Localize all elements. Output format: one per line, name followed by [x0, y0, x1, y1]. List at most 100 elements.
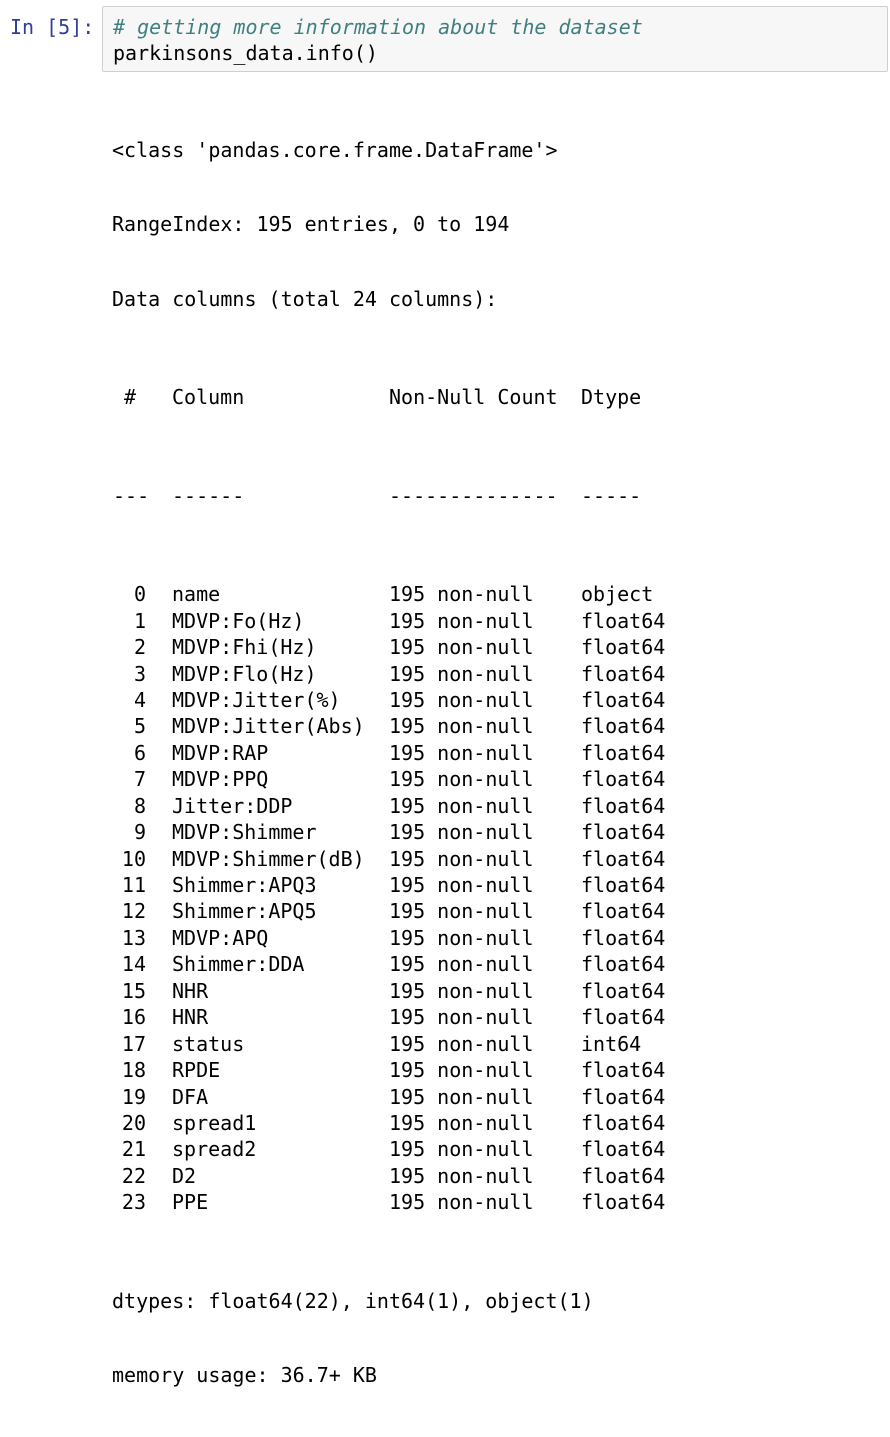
row-column-name: Jitter:DDP — [172, 793, 293, 818]
row-column-name: name — [172, 582, 221, 607]
row-index-value: 12 — [121, 899, 146, 924]
row-dtype: float64 — [581, 1137, 666, 1162]
table-row: 11 Shimmer:APQ3 195 non-null float64 — [112, 872, 665, 898]
table-row: 18 RPDE 195 non-null float64 — [112, 1057, 665, 1083]
row-index: 16 — [112, 1004, 172, 1030]
table-row: 7 MDVP:PPQ 195 non-null float64 — [112, 766, 665, 792]
cell-output: <class 'pandas.core.frame.DataFrame'> Ra… — [112, 89, 665, 1437]
row-index: 19 — [112, 1084, 172, 1110]
row-column-name: HNR — [172, 1005, 209, 1030]
table-row: 15 NHR 195 non-null float64 — [112, 978, 665, 1004]
row-dtype: float64 — [581, 740, 666, 765]
row-non-null-count: 195 non-null — [389, 661, 534, 686]
table-row: 10 MDVP:Shimmer(dB) 195 non-null float64 — [112, 846, 665, 872]
row-dtype: object — [581, 582, 654, 607]
separator-index: --- — [113, 483, 150, 508]
row-column-name: MDVP:RAP — [172, 740, 269, 765]
code-comment: # getting more information about the dat… — [113, 15, 643, 39]
row-index-value: 2 — [133, 635, 146, 660]
row-index: 8 — [112, 793, 172, 819]
row-column-name: MDVP:Flo(Hz) — [172, 661, 317, 686]
row-dtype: float64 — [581, 1190, 666, 1215]
row-index: 12 — [112, 898, 172, 924]
row-dtype: float64 — [581, 1163, 666, 1188]
row-index: 17 — [112, 1031, 172, 1057]
row-index-value: 15 — [121, 978, 146, 1003]
output-data-columns: Data columns (total 24 columns): — [112, 286, 498, 311]
row-non-null-count: 195 non-null — [389, 820, 534, 845]
row-index: 18 — [112, 1057, 172, 1083]
row-index-value: 1 — [133, 608, 146, 633]
row-index-value: 11 — [121, 873, 146, 897]
row-index: 21 — [112, 1136, 172, 1162]
row-column-name: MDVP:Fhi(Hz) — [172, 635, 317, 660]
row-non-null-count: 195 non-null — [389, 952, 534, 977]
header-count: Non-Null Count — [389, 385, 558, 410]
info-table-rows: 0 name 195 non-null object 1 MDVP:Fo(Hz) 195 n… — [112, 581, 665, 1216]
row-dtype: float64 — [581, 661, 666, 686]
row-dtype: float64 — [581, 1084, 666, 1109]
row-column-name: MDVP:Shimmer — [172, 820, 317, 845]
row-dtype: float64 — [581, 899, 666, 924]
header-dtype: Dtype — [581, 385, 642, 410]
output-range-index: RangeIndex: 195 entries, 0 to 194 — [112, 212, 510, 237]
row-index-value: 7 — [133, 767, 146, 792]
row-index-value: 18 — [121, 1058, 146, 1083]
row-dtype: float64 — [581, 925, 666, 950]
row-column-name: MDVP:Jitter(%) — [172, 687, 341, 712]
row-index: 6 — [112, 740, 172, 766]
row-non-null-count: 195 non-null — [389, 740, 534, 765]
table-row: 17 status 195 non-null int64 — [112, 1031, 665, 1057]
row-column-name: MDVP:Fo(Hz) — [172, 608, 305, 633]
code-statement: parkinsons_data.info() — [113, 41, 378, 65]
row-non-null-count: 195 non-null — [389, 1031, 534, 1056]
table-row: 20 spread1 195 non-null float64 — [112, 1110, 665, 1136]
code-input-area[interactable]: # getting more information about the dat… — [102, 6, 888, 72]
row-index: 1 — [112, 608, 172, 634]
row-index-value: 13 — [121, 925, 146, 950]
table-row: 22 D2 195 non-null float64 — [112, 1163, 665, 1189]
row-index: 22 — [112, 1163, 172, 1189]
row-column-name: spread2 — [172, 1137, 257, 1162]
header-index: # — [124, 385, 137, 410]
row-index: 11 — [112, 872, 172, 898]
row-index: 20 — [112, 1110, 172, 1136]
row-index-value: 20 — [121, 1110, 146, 1135]
row-non-null-count: 195 non-null — [389, 1058, 534, 1083]
table-row: 4 MDVP:Jitter(%) 195 non-null float64 — [112, 687, 665, 713]
table-row: 1 MDVP:Fo(Hz) 195 non-null float64 — [112, 608, 665, 634]
row-dtype: float64 — [581, 873, 666, 897]
row-non-null-count: 195 non-null — [389, 1137, 534, 1162]
row-index-value: 16 — [121, 1005, 146, 1030]
separator-column: ------ — [172, 483, 245, 508]
row-column-name: RPDE — [172, 1058, 221, 1083]
info-table-separator: --- ------ -------------- ----- — [112, 483, 665, 509]
row-non-null-count: 195 non-null — [389, 978, 534, 1003]
row-non-null-count: 195 non-null — [389, 1110, 534, 1135]
row-index-value: 5 — [133, 714, 146, 739]
row-dtype: float64 — [581, 846, 666, 871]
row-index: 13 — [112, 925, 172, 951]
row-index-value: 9 — [133, 820, 146, 845]
row-index-value: 10 — [121, 846, 146, 871]
separator-dtype: ----- — [581, 483, 642, 508]
row-column-name: MDVP:Shimmer(dB) — [172, 846, 365, 871]
row-non-null-count: 195 non-null — [389, 873, 534, 897]
table-row: 9 MDVP:Shimmer 195 non-null float64 — [112, 819, 665, 845]
row-index: 5 — [112, 713, 172, 739]
table-row: 19 DFA 195 non-null float64 — [112, 1084, 665, 1110]
row-column-name: MDVP:PPQ — [172, 767, 269, 792]
row-index: 14 — [112, 951, 172, 977]
row-index: 15 — [112, 978, 172, 1004]
row-index: 23 — [112, 1189, 172, 1215]
table-row: 5 MDVP:Jitter(Abs) 195 non-null float64 — [112, 713, 665, 739]
row-non-null-count: 195 non-null — [389, 608, 534, 633]
row-index: 2 — [112, 634, 172, 660]
output-dtypes-line: dtypes: float64(22), int64(1), object(1) — [112, 1288, 594, 1313]
row-dtype: float64 — [581, 635, 666, 660]
row-index-value: 19 — [121, 1084, 146, 1109]
header-column: Column — [172, 385, 245, 410]
row-non-null-count: 195 non-null — [389, 635, 534, 660]
row-dtype: int64 — [581, 1031, 642, 1056]
row-dtype: float64 — [581, 978, 666, 1003]
